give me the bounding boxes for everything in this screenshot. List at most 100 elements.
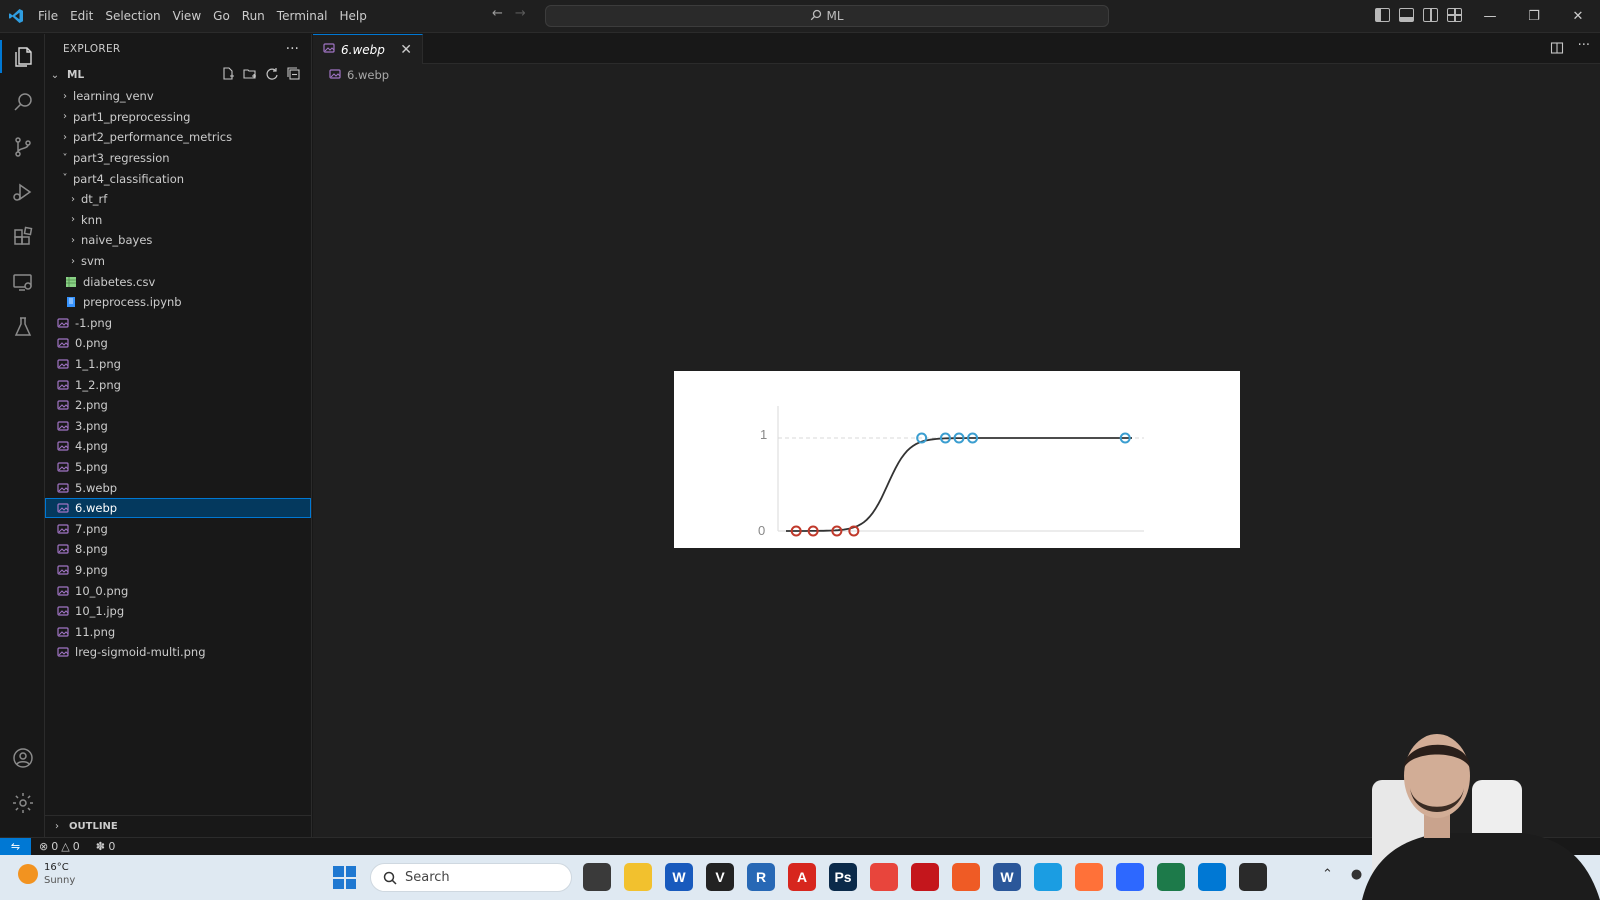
tree-folder[interactable]: › naive_bayes <box>45 230 311 251</box>
back-arrow-icon[interactable]: ← <box>492 6 503 21</box>
tree-item-label: 7.png <box>75 521 108 536</box>
tab-6-webp[interactable]: 6.webp ✕ <box>313 34 423 64</box>
tree-folder[interactable]: › part1_preprocessing <box>45 107 311 128</box>
r-lang-icon[interactable]: R <box>747 863 775 891</box>
menu-terminal[interactable]: Terminal <box>271 0 334 33</box>
tree-folder[interactable]: › dt_rf <box>45 189 311 210</box>
photoshop-icon[interactable]: Ps <box>829 863 857 891</box>
tree-folder[interactable]: ˅ part3_regression <box>45 148 311 169</box>
toggle-secondary-sidebar-icon[interactable] <box>1423 8 1438 22</box>
tree-item-label: 5.png <box>75 459 108 474</box>
file-explorer-icon[interactable] <box>624 863 652 891</box>
run-debug-icon[interactable] <box>0 169 45 214</box>
outline-section[interactable]: › OUTLINE <box>45 815 312 837</box>
weather-widget[interactable]: 16°C Sunny <box>18 861 75 887</box>
remote-explorer-icon[interactable] <box>0 259 45 304</box>
presenter-video <box>1362 734 1600 900</box>
search-activity-icon[interactable] <box>0 79 45 124</box>
pdf-reader-icon[interactable] <box>911 863 939 891</box>
menu-go[interactable]: Go <box>207 0 236 33</box>
tree-file[interactable]: 0.png <box>45 333 311 354</box>
workspace-root[interactable]: ⌄ ML <box>45 64 311 86</box>
edge-icon[interactable] <box>1034 863 1062 891</box>
extensions-icon[interactable] <box>0 214 45 259</box>
vscode-icon[interactable] <box>1198 863 1226 891</box>
more-editor-actions-icon[interactable]: ··· <box>1578 39 1590 58</box>
breadcrumb-file[interactable]: 6.webp <box>347 68 389 82</box>
new-folder-icon[interactable] <box>243 67 257 84</box>
collapse-all-icon[interactable] <box>287 67 301 84</box>
mic-icon[interactable] <box>1157 863 1185 891</box>
close-window-icon[interactable]: ✕ <box>1556 0 1600 33</box>
minimize-icon[interactable]: — <box>1468 0 1512 33</box>
tree-file[interactable]: 1_2.png <box>45 374 311 395</box>
tree-file[interactable]: diabetes.csv <box>45 271 311 292</box>
tree-folder[interactable]: ˅ part4_classification <box>45 168 311 189</box>
settings-gear-icon[interactable] <box>0 780 45 825</box>
close-tab-icon[interactable]: ✕ <box>400 42 412 58</box>
tree-item-label: 4.png <box>75 439 108 454</box>
status-problems[interactable]: ⊗ 0 △ 0 <box>39 840 80 853</box>
tree-folder[interactable]: › knn <box>45 210 311 231</box>
menu-help[interactable]: Help <box>334 0 373 33</box>
new-file-icon[interactable] <box>221 67 235 84</box>
acrobat-icon[interactable]: A <box>788 863 816 891</box>
tree-folder[interactable]: › svm <box>45 251 311 272</box>
tree-file[interactable]: 4.png <box>45 436 311 457</box>
menu-selection[interactable]: Selection <box>99 0 166 33</box>
obs-icon[interactable] <box>1239 863 1267 891</box>
accounts-icon[interactable] <box>0 735 45 780</box>
taskbar-search-box[interactable]: Search <box>370 863 572 892</box>
menu-edit[interactable]: Edit <box>64 0 99 33</box>
postman-icon[interactable] <box>952 863 980 891</box>
tree-item-label: -1.png <box>75 315 113 330</box>
toggle-primary-sidebar-icon[interactable] <box>1375 8 1390 22</box>
tree-file[interactable]: -1.png <box>45 313 311 334</box>
tree-file[interactable]: lreg-sigmoid-multi.png <box>45 642 311 663</box>
windows-start-icon[interactable] <box>333 866 356 889</box>
tree-file[interactable]: 10_1.jpg <box>45 601 311 622</box>
restore-icon[interactable]: ❐ <box>1512 0 1556 33</box>
tree-file[interactable]: 8.png <box>45 539 311 560</box>
image-file-icon <box>57 337 69 349</box>
zoom-like-icon[interactable] <box>1116 863 1144 891</box>
remote-indicator-icon[interactable]: ⇋ <box>0 837 31 856</box>
refresh-icon[interactable] <box>265 67 279 84</box>
tree-file[interactable]: 5.webp <box>45 477 311 498</box>
tree-file[interactable]: 11.png <box>45 621 311 642</box>
tree-file[interactable]: 2.png <box>45 395 311 416</box>
tray-chevron-up-icon[interactable]: ⌃ <box>1322 867 1333 882</box>
forward-arrow-icon[interactable]: → <box>515 6 526 21</box>
tree-file[interactable]: 1_1.png <box>45 354 311 375</box>
tree-file[interactable]: 10_0.png <box>45 580 311 601</box>
tree-folder[interactable]: › learning_venv <box>45 86 311 107</box>
status-ports[interactable]: ✽ 0 <box>96 840 116 853</box>
tree-file[interactable]: 9.png <box>45 560 311 581</box>
tree-file[interactable]: preprocess.ipynb <box>45 292 311 313</box>
menu-view[interactable]: View <box>167 0 207 33</box>
task-view-icon[interactable] <box>583 863 611 891</box>
tree-file[interactable]: 6.webp <box>45 497 311 519</box>
tree-file[interactable]: 7.png <box>45 518 311 539</box>
outline-label: OUTLINE <box>69 821 118 832</box>
chrome-icon[interactable] <box>870 863 898 891</box>
command-center-search[interactable]: ML <box>545 5 1109 27</box>
toggle-panel-icon[interactable] <box>1399 8 1414 22</box>
menu-file[interactable]: File <box>32 0 64 33</box>
tree-folder[interactable]: › part2_performance_metrics <box>45 127 311 148</box>
tree-file[interactable]: 3.png <box>45 416 311 437</box>
firefox-icon[interactable] <box>1075 863 1103 891</box>
tree-file[interactable]: 5.png <box>45 457 311 478</box>
more-actions-icon[interactable]: ··· <box>286 41 299 57</box>
vectr-icon[interactable]: V <box>706 863 734 891</box>
explorer-title: EXPLORER <box>63 43 121 55</box>
split-editor-icon[interactable] <box>1550 41 1564 58</box>
word-icon[interactable]: W <box>665 863 693 891</box>
testing-icon[interactable] <box>0 304 45 349</box>
menu-run[interactable]: Run <box>236 0 271 33</box>
customize-layout-icon[interactable] <box>1447 8 1462 22</box>
microphone-icon[interactable]: ● <box>1351 867 1362 882</box>
explorer-icon[interactable] <box>0 34 45 79</box>
source-control-icon[interactable] <box>0 124 45 169</box>
word-small-icon[interactable]: W <box>993 863 1021 891</box>
